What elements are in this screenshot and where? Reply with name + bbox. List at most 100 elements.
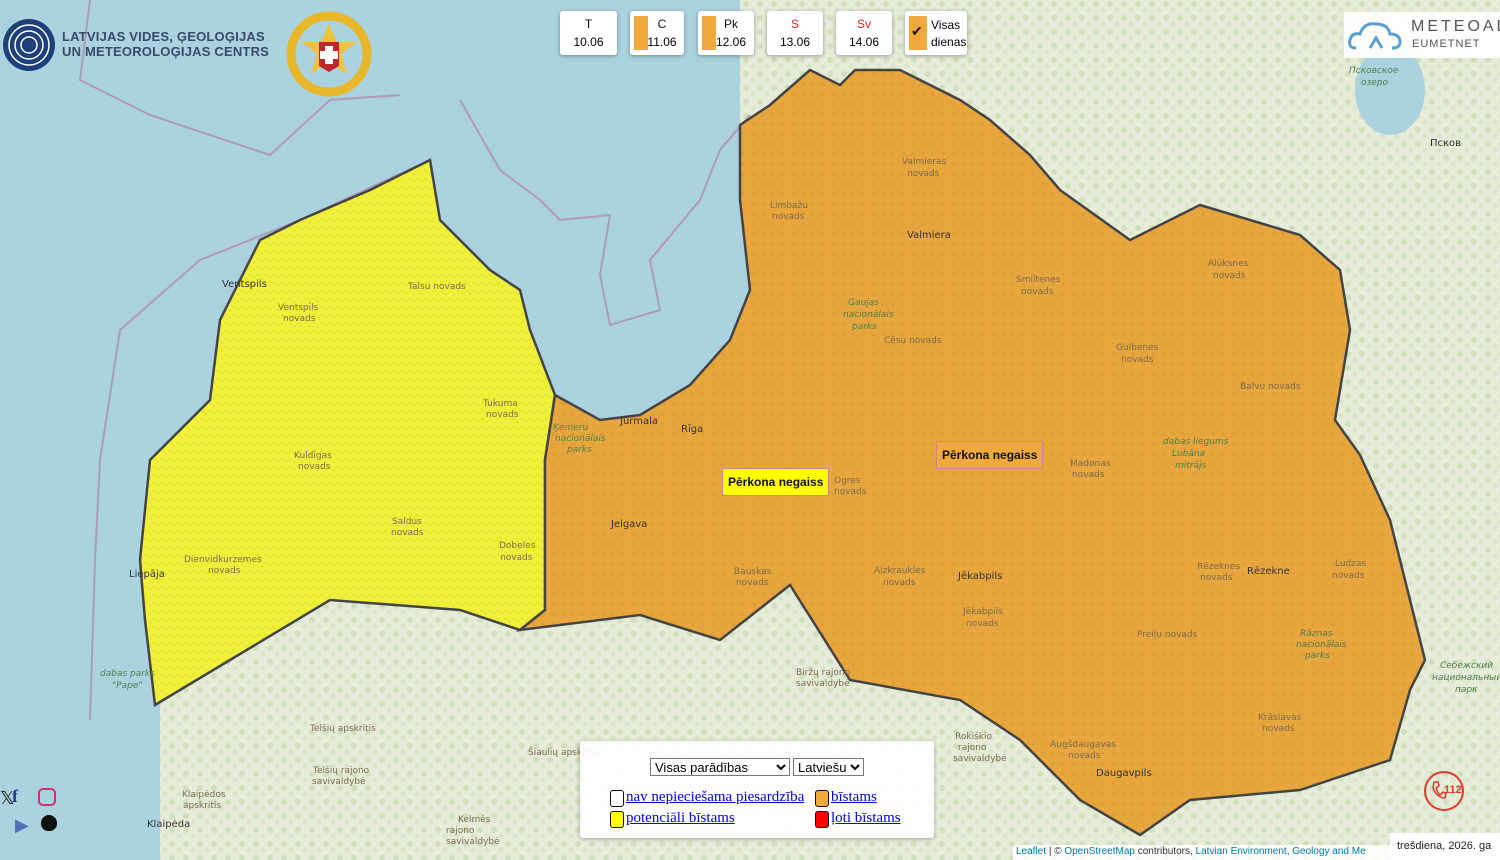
- svg-text:novads: novads: [907, 169, 940, 179]
- map-attribution: Leaflet | © OpenStreetMap contributors, …: [1013, 845, 1393, 860]
- svg-text:nacionālais: nacionālais: [1296, 640, 1347, 650]
- phenomena-select[interactable]: Visas parādības: [650, 758, 790, 776]
- attribution-sep: | ©: [1048, 846, 1062, 857]
- svg-text:Себежский: Себежский: [1440, 661, 1493, 671]
- svg-text:Ķemeru: Ķemeru: [553, 423, 588, 433]
- day-abbr: Pk: [723, 17, 738, 31]
- svg-text:savivaldybė: savivaldybė: [953, 754, 1007, 764]
- svg-text:Telšių rajono: Telšių rajono: [312, 765, 370, 776]
- fire-rescue-emblem-icon: [286, 11, 372, 97]
- svg-text:Dienvidkurzemes: Dienvidkurzemes: [184, 555, 262, 565]
- svg-text:Krāslavas: Krāslavas: [1258, 713, 1302, 723]
- svg-text:Telšių apskritis: Telšių apskritis: [309, 723, 376, 734]
- svg-text:savivaldybė: savivaldybė: [446, 837, 500, 847]
- svg-text:novads: novads: [298, 462, 331, 472]
- svg-text:Rēzekne: Rēzekne: [1247, 566, 1290, 577]
- svg-text:Augšdaugavas: Augšdaugavas: [1050, 739, 1116, 750]
- legend-item-orange[interactable]: bīstams: [831, 789, 877, 806]
- legend-item-none[interactable]: nav nepieciešama piesardzība: [626, 789, 804, 806]
- svg-text:Rīga: Rīga: [681, 424, 703, 435]
- lvgmc-logo-icon: [3, 19, 55, 71]
- svg-text:Rāznas: Rāznas: [1300, 629, 1333, 639]
- svg-text:novads: novads: [1200, 573, 1233, 583]
- legend-swatch-none: [610, 790, 624, 807]
- svg-text:Klaipėdos: Klaipėdos: [182, 790, 226, 800]
- svg-text:Smiltenes: Smiltenes: [1016, 275, 1061, 285]
- svg-text:Bauskas: Bauskas: [734, 567, 772, 577]
- lvgmc-link[interactable]: Latvian Environment, Geology and Me: [1196, 846, 1366, 857]
- svg-text:Ludzas: Ludzas: [1335, 559, 1367, 569]
- svg-text:novads: novads: [772, 212, 805, 222]
- svg-text:novads: novads: [966, 619, 999, 629]
- svg-text:Kuldīgas: Kuldīgas: [294, 451, 332, 461]
- svg-text:Valmieras: Valmieras: [902, 157, 946, 167]
- emergency-number: 112: [1444, 784, 1462, 796]
- day-date: 10.06: [573, 35, 604, 49]
- svg-text:Ventspils: Ventspils: [222, 279, 267, 290]
- org-name-line1: LATVIJAS VIDES, ĢEOLOĢIJAS: [62, 29, 265, 44]
- svg-text:apskritis: apskritis: [183, 801, 221, 811]
- instagram-icon[interactable]: [38, 788, 56, 806]
- svg-text:Limbažu: Limbažu: [770, 201, 808, 211]
- meteoalarm-name: METEOAL: [1411, 18, 1500, 35]
- svg-text:novads: novads: [1072, 470, 1105, 480]
- svg-text:Preiļu novads: Preiļu novads: [1137, 630, 1198, 640]
- warning-label-east[interactable]: Pērkona negaiss: [936, 441, 1044, 469]
- svg-text:Alūksnes: Alūksnes: [1208, 259, 1249, 269]
- svg-text:Jūrmala: Jūrmala: [619, 416, 658, 427]
- attribution-contrib: contributors,: [1137, 846, 1193, 857]
- svg-text:Kelmės: Kelmės: [458, 815, 491, 825]
- svg-text:Biržų rajono: Biržų rajono: [796, 668, 851, 678]
- day-date: 13.06: [779, 35, 811, 49]
- day-button-14.06[interactable]: Sv 14.06: [836, 11, 892, 55]
- warning-label-west[interactable]: Pērkona negaiss: [722, 468, 830, 496]
- org-name: LATVIJAS VIDES, ĢEOLOĢIJAS UN METEOROLOĢ…: [62, 29, 269, 59]
- svg-text:parks: parks: [1304, 651, 1330, 661]
- svg-text:novads: novads: [283, 314, 316, 324]
- legend-item-yellow[interactable]: potenciāli bīstams: [626, 810, 735, 827]
- emergency-112-button[interactable]: 112: [1424, 771, 1464, 811]
- google-play-icon[interactable]: ▶: [15, 815, 29, 836]
- svg-text:novads: novads: [834, 487, 867, 497]
- org-name-line2: UN METEOROLOĢIJAS CENTRS: [62, 44, 270, 59]
- facebook-icon[interactable]: f: [12, 786, 18, 807]
- meteoalarm-logo[interactable]: METEOAL EUMETNET: [1344, 12, 1500, 58]
- day-date: 14.06: [848, 35, 880, 49]
- lake-pskov: [1355, 45, 1425, 135]
- svg-text:Gulbenes: Gulbenes: [1116, 343, 1159, 353]
- warning-map[interactable]: Ventspilsnovads Talsu novads Tukumanovad…: [0, 0, 1500, 860]
- svg-text:национальный: национальный: [1432, 673, 1500, 683]
- svg-text:Cēsu novads: Cēsu novads: [884, 336, 942, 346]
- day-button-12.06[interactable]: Pk 12.06: [698, 11, 754, 55]
- svg-text:Talsu novads: Talsu novads: [407, 282, 466, 292]
- day-button-11.06[interactable]: C 11.06: [630, 11, 684, 55]
- day-button-13.06[interactable]: S 13.06: [767, 11, 823, 55]
- svg-text:nacionālais: nacionālais: [843, 310, 894, 320]
- svg-text:парк: парк: [1455, 685, 1478, 695]
- svg-text:mitrājs: mitrājs: [1175, 461, 1207, 471]
- apple-icon[interactable]: [41, 815, 57, 831]
- svg-text:Jēkabpils: Jēkabpils: [962, 607, 1003, 617]
- legend-item-red[interactable]: ļoti bīstams: [831, 810, 901, 827]
- legend-panel: Visas parādības Latviešu nav nepieciešam…: [580, 741, 934, 838]
- day-button-10.06[interactable]: T 10.06: [560, 11, 617, 55]
- all-days-line2: dienas: [931, 35, 967, 49]
- leaflet-link[interactable]: Leaflet: [1016, 846, 1046, 857]
- svg-text:Ventspils: Ventspils: [278, 303, 319, 313]
- osm-link[interactable]: OpenStreetMap: [1064, 846, 1135, 857]
- svg-text:Ogres: Ogres: [834, 476, 861, 486]
- svg-text:Aizkraukles: Aizkraukles: [874, 566, 926, 576]
- svg-text:озеро: озеро: [1361, 78, 1389, 88]
- svg-text:novads: novads: [1262, 724, 1295, 734]
- svg-text:savivaldybė: savivaldybė: [312, 777, 366, 787]
- svg-text:Saldus: Saldus: [392, 517, 422, 527]
- legend-swatch-yellow: [610, 811, 624, 828]
- svg-text:dabas parks: dabas parks: [100, 669, 155, 679]
- current-date: trešdiena, 2026. ga: [1390, 833, 1500, 860]
- day-abbr: T: [584, 17, 593, 31]
- legend-swatch-orange: [815, 790, 829, 807]
- svg-text:rajono: rajono: [958, 743, 987, 753]
- meteoalarm-eumetnet: EUMETNET: [1412, 38, 1481, 50]
- language-select[interactable]: Latviešu: [793, 758, 864, 776]
- all-days-toggle[interactable]: ✔ Visas dienas: [905, 11, 967, 55]
